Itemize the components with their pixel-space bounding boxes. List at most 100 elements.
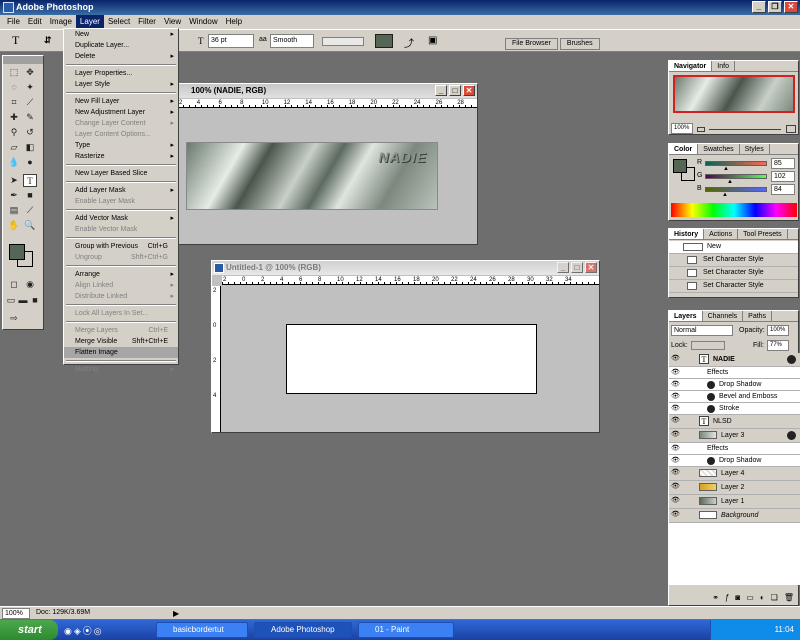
crop-tool-icon[interactable]: ⌗ bbox=[7, 96, 21, 109]
path-selection-icon[interactable]: ➤ bbox=[7, 174, 21, 187]
clone-stamp-icon[interactable]: ⚲ bbox=[7, 126, 21, 139]
visibility-eye-icon[interactable]: 👁 bbox=[671, 483, 680, 491]
menu-item-merge-layers[interactable]: Merge Layers Ctrl+E bbox=[64, 325, 178, 336]
magic-wand-icon[interactable]: ✦ bbox=[23, 81, 37, 94]
visibility-eye-icon[interactable]: 👁 bbox=[671, 355, 680, 363]
doc-close-button[interactable]: ✕ bbox=[585, 262, 597, 273]
history-item[interactable]: Set Character Style bbox=[669, 254, 798, 267]
blur-tool-icon[interactable]: 💧 bbox=[7, 156, 21, 169]
layer-effect-row[interactable]: 👁 Effects bbox=[669, 367, 800, 379]
screen-mode-1-icon[interactable]: ▭ bbox=[5, 294, 17, 307]
layer-row[interactable]: 👁 Layer 4 bbox=[669, 467, 800, 481]
slider-thumb-icon[interactable]: ▲ bbox=[722, 192, 728, 198]
lock-buttons[interactable] bbox=[691, 341, 725, 350]
warp-text-icon[interactable]: ⤴ bbox=[404, 35, 414, 50]
menu-item-group-with-previous[interactable]: Group with Previous Ctrl+G bbox=[64, 241, 178, 252]
menu-item-delete[interactable]: Delete ▸ bbox=[64, 51, 178, 62]
menu-item-new-layer-based-slice[interactable]: New Layer Based Slice bbox=[64, 168, 178, 179]
doc-minimize-button[interactable]: _ bbox=[557, 262, 569, 273]
zoom-in-icon[interactable] bbox=[786, 125, 796, 133]
slice-tool-icon[interactable]: ⟋ bbox=[23, 96, 37, 109]
adjustment-icon[interactable]: ◐ bbox=[760, 593, 765, 605]
menu-item-type[interactable]: Type ▸ bbox=[64, 140, 178, 151]
menu-file[interactable]: File bbox=[3, 15, 24, 29]
navigator-preview[interactable] bbox=[673, 75, 795, 113]
layer-effects-icon[interactable] bbox=[787, 431, 796, 440]
tab-color[interactable]: Color bbox=[669, 144, 699, 154]
visibility-eye-icon[interactable]: 👁 bbox=[671, 445, 680, 453]
link-icon[interactable]: ⚭ bbox=[712, 593, 719, 605]
doc-minimize-button[interactable]: _ bbox=[435, 85, 447, 96]
minimize-button[interactable]: _ bbox=[752, 1, 766, 13]
screen-mode-2-icon[interactable]: ▬ bbox=[17, 294, 29, 307]
fill-field[interactable]: 77% bbox=[767, 340, 789, 351]
add-mask-icon[interactable]: ◙ bbox=[735, 593, 740, 605]
align-text-buttons[interactable] bbox=[322, 37, 364, 46]
menu-item-add-vector-mask[interactable]: Add Vector Mask ▸ bbox=[64, 213, 178, 224]
menu-select[interactable]: Select bbox=[104, 15, 134, 29]
menu-item-duplicate-layer[interactable]: Duplicate Layer... bbox=[64, 40, 178, 51]
standard-mode-icon[interactable]: ◻ bbox=[7, 278, 21, 291]
layer-effect-row[interactable]: 👁 Drop Shadow bbox=[669, 455, 800, 467]
zoom-tool-icon[interactable]: 🔍 bbox=[23, 219, 37, 232]
antialias-select[interactable]: Smooth bbox=[270, 34, 314, 48]
tab-file-browser[interactable]: File Browser bbox=[505, 38, 558, 50]
zoom-slider[interactable] bbox=[709, 129, 781, 130]
jump-to-imageready-icon[interactable]: ⇨ bbox=[7, 312, 21, 325]
menu-item-flatten-image[interactable]: Flatten Image bbox=[64, 347, 178, 358]
menu-image[interactable]: Image bbox=[46, 15, 76, 29]
quick-mask-icon[interactable]: ◉ bbox=[23, 278, 37, 291]
doc-maximize-button[interactable]: □ bbox=[571, 262, 583, 273]
marquee-tool-icon[interactable]: ⬚ bbox=[7, 66, 21, 79]
tab-history[interactable]: History bbox=[669, 229, 705, 239]
history-item[interactable]: New bbox=[669, 241, 798, 254]
effect-icon[interactable] bbox=[707, 393, 715, 401]
blend-mode-select[interactable]: Normal bbox=[671, 325, 733, 336]
close-button[interactable]: ✕ bbox=[784, 1, 798, 13]
type-tool-preset-icon[interactable]: T bbox=[12, 33, 19, 48]
effect-icon[interactable] bbox=[707, 457, 715, 465]
hand-tool-icon[interactable]: ✋ bbox=[7, 219, 21, 232]
type-tool-icon[interactable]: T bbox=[23, 174, 37, 187]
font-size-select[interactable]: 36 pt bbox=[208, 34, 254, 48]
menu-item-align-linked[interactable]: Align Linked ▸ bbox=[64, 280, 178, 291]
doc-maximize-button[interactable]: □ bbox=[449, 85, 461, 96]
tab-swatches[interactable]: Swatches bbox=[698, 144, 740, 154]
menu-item-merge-visible[interactable]: Merge Visible Shft+Ctrl+E bbox=[64, 336, 178, 347]
text-color-swatch[interactable] bbox=[375, 34, 393, 48]
menu-item-matting[interactable]: Matting ▸ bbox=[64, 364, 178, 375]
menu-item-layer-properties[interactable]: Layer Properties... bbox=[64, 68, 178, 79]
tab-channels[interactable]: Channels bbox=[703, 311, 744, 321]
menu-item-distribute-linked[interactable]: Distribute Linked ▸ bbox=[64, 291, 178, 302]
notes-tool-icon[interactable]: ▤ bbox=[7, 204, 21, 217]
channel-slider[interactable] bbox=[705, 161, 767, 166]
visibility-eye-icon[interactable]: 👁 bbox=[671, 405, 680, 413]
layer-row[interactable]: 👁 T NADIE bbox=[669, 353, 800, 367]
channel-value-field[interactable]: 85 bbox=[771, 158, 795, 169]
menu-edit[interactable]: Edit bbox=[24, 15, 46, 29]
toolbox-header[interactable] bbox=[3, 56, 43, 64]
trash-icon[interactable]: 🗑 bbox=[784, 593, 794, 605]
start-button[interactable]: start bbox=[0, 620, 58, 640]
healing-brush-icon[interactable]: ✚ bbox=[7, 111, 21, 124]
gradient-tool-icon[interactable]: ◧ bbox=[23, 141, 37, 154]
eyedropper-icon[interactable]: ⟋ bbox=[23, 204, 37, 217]
menu-item-add-layer-mask[interactable]: Add Layer Mask ▸ bbox=[64, 185, 178, 196]
quick-launch-icons[interactable]: ◉◈⦿◎ bbox=[64, 624, 104, 637]
menu-item-enable-vector-mask[interactable]: Enable Vector Mask bbox=[64, 224, 178, 235]
visibility-eye-icon[interactable]: 👁 bbox=[671, 511, 680, 519]
history-item[interactable]: Set Character Style bbox=[669, 280, 798, 293]
menu-filter[interactable]: Filter bbox=[134, 15, 160, 29]
channel-value-field[interactable]: 84 bbox=[771, 184, 795, 195]
new-layer-icon[interactable]: ❏ bbox=[771, 593, 778, 605]
visibility-eye-icon[interactable]: 👁 bbox=[671, 393, 680, 401]
palettes-toggle-icon[interactable]: ▣ bbox=[428, 35, 437, 46]
pen-tool-icon[interactable]: ✒ bbox=[7, 189, 21, 202]
eraser-tool-icon[interactable]: ▱ bbox=[7, 141, 21, 154]
menu-window[interactable]: Window bbox=[185, 15, 221, 29]
blank-canvas[interactable] bbox=[286, 324, 537, 394]
layer-effect-row[interactable]: 👁 Bevel and Emboss bbox=[669, 391, 800, 403]
visibility-eye-icon[interactable]: 👁 bbox=[671, 381, 680, 389]
history-brush-icon[interactable]: ↺ bbox=[23, 126, 37, 139]
task-basicbordertut[interactable]: basicbordertut bbox=[156, 622, 248, 638]
